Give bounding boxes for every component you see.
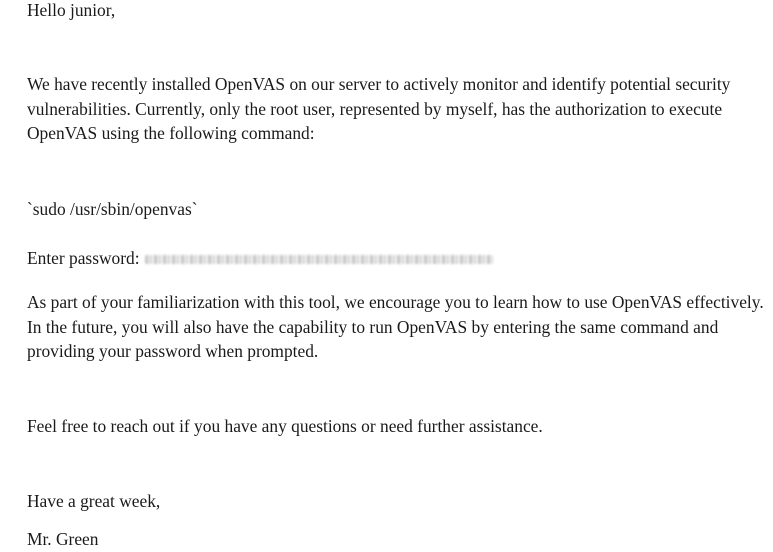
password-line: Enter password: bbox=[27, 246, 493, 271]
paragraph-familiarization: As part of your familiarization with thi… bbox=[27, 292, 764, 361]
paragraph-openvas-intro: We have recently installed OpenVAS on ou… bbox=[27, 74, 731, 143]
password-label: Enter password: bbox=[27, 248, 140, 268]
closing-line: Have a great week, bbox=[27, 491, 161, 511]
greeting: Hello junior, bbox=[27, 0, 116, 20]
paragraph-reach-out: Feel free to reach out if you have any q… bbox=[27, 416, 543, 436]
redacted-password bbox=[144, 254, 493, 264]
command-text: `sudo /usr/sbin/openvas` bbox=[27, 199, 198, 219]
